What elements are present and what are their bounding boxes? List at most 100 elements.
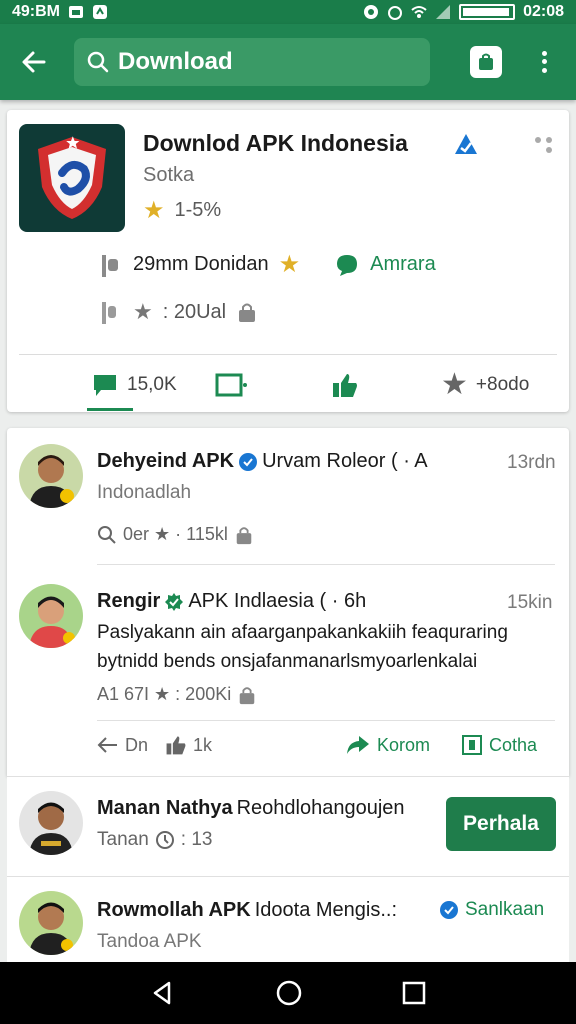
download-stat-icon [102, 254, 118, 277]
nav-recents-icon[interactable] [401, 980, 427, 1006]
comment-icon [94, 375, 116, 396]
clock-icon [155, 831, 174, 849]
overflow-menu-button[interactable] [532, 46, 556, 78]
chat-bubble-icon [337, 254, 358, 276]
follow-label: Sanlkaan [465, 899, 545, 920]
post-author[interactable]: Dehyeind APK Urvam Roleor ( · A [97, 450, 428, 473]
post-time: 13rdn [507, 452, 556, 473]
like-count: 1k [193, 734, 213, 755]
search-input[interactable]: Download [74, 38, 430, 86]
post-action-other[interactable]: Cotha [461, 734, 537, 756]
nav-back-icon[interactable] [149, 979, 177, 1007]
status-time-left: 49:BM [12, 3, 61, 20]
store-button[interactable] [470, 46, 502, 78]
wifi-icon [411, 6, 427, 18]
post-author-extra: APK Indlaesia ( · 6h [188, 590, 367, 612]
post-row: Rowmollah APK Idoota Mengis..: Sanlkaan … [7, 876, 569, 966]
post-action-like[interactable]: 1k [165, 734, 212, 756]
system-nav-bar [0, 962, 576, 1024]
star-icon: ★ [143, 197, 165, 224]
status-time-right: 02:08 [523, 3, 564, 20]
avatar[interactable] [19, 891, 83, 955]
verified-icon [165, 592, 184, 611]
app-rating: ★ 1-5% [143, 196, 221, 225]
lock-icon [236, 526, 252, 544]
post-meta-text: 0er ★ · 115kl [123, 524, 228, 544]
star-icon: ★ [133, 299, 153, 324]
arrow-left-icon [22, 51, 46, 73]
rate-count: +8odo [475, 374, 530, 395]
nav-home-icon[interactable] [274, 978, 304, 1008]
star-icon: ★ [441, 368, 468, 401]
verified-icon [239, 452, 258, 471]
app-rating-value: 1-5% [174, 199, 222, 221]
post-author[interactable]: Manan Nathya Reohdlohangoujen [97, 797, 405, 820]
shopping-bag-icon [479, 53, 493, 70]
star-badge-icon: ★ [278, 251, 301, 278]
reply-label: Dn [125, 734, 149, 755]
save-button[interactable] [215, 373, 247, 397]
post-meta-text: A1 67I ★ : 200Ki [97, 684, 232, 704]
search-icon [98, 525, 116, 544]
reply-icon [97, 737, 117, 753]
card-menu-icon[interactable] [533, 134, 555, 156]
post-author[interactable]: Rowmollah APK Idoota Mengis..: [97, 899, 397, 922]
avatar[interactable] [19, 444, 83, 508]
sync-icon [364, 5, 379, 19]
post-meta: A1 67I ★ : 200Ki [97, 684, 257, 705]
image-notification-icon [69, 6, 84, 18]
post-subtitle: Tandoa APK [97, 931, 202, 952]
post-meta: 0er ★ · 115kl [97, 524, 254, 545]
posts-card: Dehyeind APK Urvam Roleor ( · A 13rdn In… [7, 428, 569, 776]
avatar[interactable] [19, 584, 83, 648]
comments-count: 15,0K [127, 374, 177, 395]
review-stat-icon [102, 302, 116, 324]
category-link[interactable]: Amrara [370, 253, 436, 276]
post-author-name: Rengir [97, 590, 161, 612]
other-label: Cotha [489, 734, 538, 755]
messenger-icon [93, 5, 108, 19]
share-label: Korom [377, 734, 431, 755]
post-author[interactable]: Rengir APK Indlaesia ( · 6h [97, 590, 366, 613]
post-author-name: Dehyeind APK [97, 450, 235, 472]
lock-icon [239, 686, 255, 704]
post-time: 15kin [507, 592, 553, 613]
post-follow-action[interactable]: Sanlkaan [439, 899, 544, 921]
app-action-bar: 15,0K ★ +8odo [7, 362, 569, 408]
reviews-text: : 20Ual [162, 300, 227, 323]
app-card[interactable]: Downlod APK Indonesia Sotka ★ 1-5% 29mm … [7, 110, 569, 412]
post-action-share[interactable]: Korom [345, 734, 430, 756]
post-action-reply[interactable]: Dn [97, 734, 148, 756]
downloads-text: 29mm Donidan [133, 253, 269, 275]
perhala-button[interactable]: Perhala [446, 797, 556, 851]
post-author-extra: Idoota Mengis..: [254, 899, 398, 921]
app-logo [19, 124, 125, 232]
post-meta-text: : 13 [180, 829, 213, 850]
shield-logo-icon [38, 136, 106, 219]
square-icon [215, 373, 247, 397]
verified-badge-icon [455, 134, 477, 154]
like-button[interactable] [331, 371, 359, 399]
search-icon [87, 51, 109, 73]
lock-icon [239, 303, 256, 322]
active-tab-indicator [87, 408, 133, 411]
post-subtitle-row: Tanan : 13 [97, 829, 212, 851]
app-developer: Sotka [143, 164, 195, 186]
verified-icon [440, 901, 458, 919]
divider [19, 354, 557, 355]
avatar[interactable] [19, 791, 83, 855]
battery-icon [459, 4, 516, 20]
back-button[interactable] [16, 44, 52, 80]
post-author-name: Rowmollah APK [97, 899, 251, 921]
alarm-icon [388, 6, 403, 20]
signal-icon [436, 5, 451, 19]
share-arrow-icon [347, 736, 369, 754]
app-title: Downlod APK Indonesia [143, 130, 408, 156]
divider [97, 564, 555, 565]
post-body: Paslyakann ain afaarganpakankakiih feaqu… [97, 622, 508, 672]
comments-button[interactable]: 15,0K [91, 372, 177, 398]
app-stats-reviews: ★ : 20Ual [99, 298, 258, 326]
post-row: Manan Nathya Reohdlohangoujen Tanan : 13… [7, 776, 569, 876]
rate-button[interactable]: ★ +8odo [441, 370, 529, 400]
bookmark-icon [462, 735, 482, 755]
